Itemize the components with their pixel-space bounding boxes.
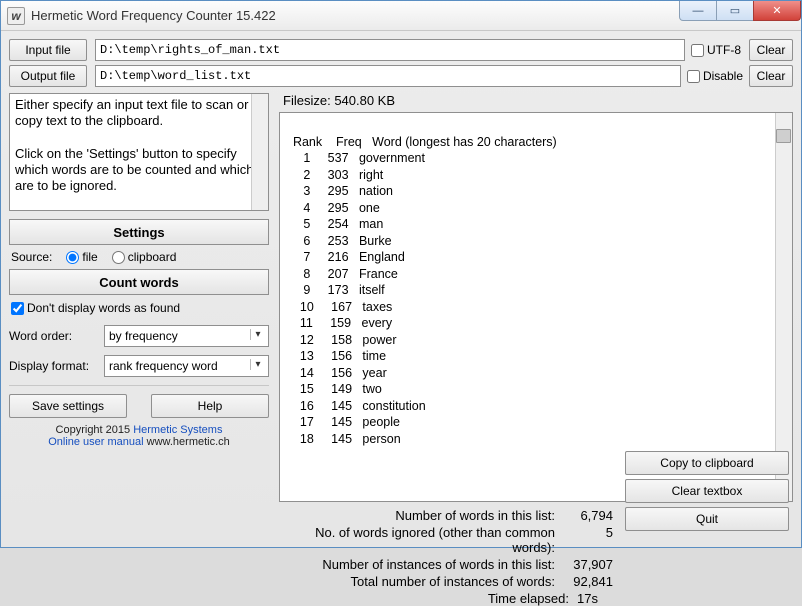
info-textbox[interactable]: Either specify an input text file to sca… <box>9 93 269 211</box>
source-clipboard-radio[interactable]: clipboard <box>112 250 177 264</box>
minimize-button[interactable]: — <box>679 1 717 21</box>
save-settings-button[interactable]: Save settings <box>9 394 127 418</box>
copyright-line: Copyright 2015 Hermetic Systems Online u… <box>9 424 269 448</box>
clear-output-button[interactable]: Clear <box>749 65 793 87</box>
clear-textbox-button[interactable]: Clear textbox <box>625 479 789 503</box>
title-bar[interactable]: w Hermetic Word Frequency Counter 15.422… <box>1 1 801 31</box>
close-button[interactable]: ✕ <box>753 1 801 21</box>
word-order-label: Word order: <box>9 329 104 343</box>
results-textbox[interactable]: Rank Freq Word (longest has 20 character… <box>279 112 793 502</box>
count-words-button[interactable]: Count words <box>9 269 269 295</box>
display-format-select[interactable]: rank frequency word <box>104 355 269 377</box>
output-file-path[interactable] <box>95 65 681 87</box>
source-file-radio[interactable]: file <box>66 250 97 264</box>
copy-clipboard-button[interactable]: Copy to clipboard <box>625 451 789 475</box>
quit-button[interactable]: Quit <box>625 507 789 531</box>
window-title: Hermetic Word Frequency Counter 15.422 <box>31 8 276 23</box>
display-format-label: Display format: <box>9 359 104 373</box>
utf8-checkbox[interactable]: UTF-8 <box>691 43 741 57</box>
source-label: Source: <box>11 250 52 264</box>
clear-input-button[interactable]: Clear <box>749 39 793 61</box>
filesize-label: Filesize: 540.80 KB <box>279 93 793 108</box>
disable-checkbox[interactable]: Disable <box>687 69 743 83</box>
manual-link[interactable]: Online user manual <box>48 436 143 448</box>
main-window: w Hermetic Word Frequency Counter 15.422… <box>0 0 802 548</box>
output-file-button[interactable]: Output file <box>9 65 87 87</box>
app-icon: w <box>7 7 25 25</box>
input-file-path[interactable] <box>95 39 685 61</box>
word-order-select[interactable]: by frequency <box>104 325 269 347</box>
dont-display-checkbox[interactable]: Don't display words as found <box>11 301 269 315</box>
settings-button[interactable]: Settings <box>9 219 269 245</box>
hermetic-link[interactable]: Hermetic Systems <box>133 424 222 436</box>
help-button[interactable]: Help <box>151 394 269 418</box>
input-file-button[interactable]: Input file <box>9 39 87 61</box>
maximize-button[interactable]: ▭ <box>716 1 754 21</box>
